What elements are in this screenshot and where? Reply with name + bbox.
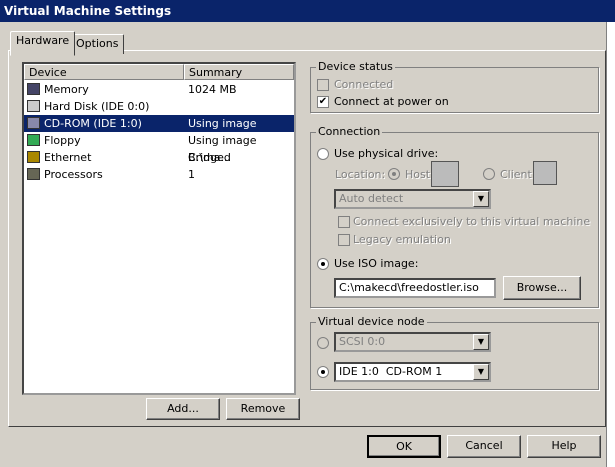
dropdown-arrow-icon[interactable]: ▼ xyxy=(473,334,489,350)
iso-radio[interactable] xyxy=(317,258,329,270)
drive-select-value: Auto detect xyxy=(339,192,404,205)
host-label: Host xyxy=(405,168,431,181)
floppy-icon xyxy=(27,134,40,146)
ide-select-value: IDE 1:0 CD-ROM 1 xyxy=(339,365,443,378)
location-label: Location: xyxy=(335,168,386,181)
physical-drive-radio[interactable] xyxy=(317,148,329,160)
browse-button[interactable]: Browse... xyxy=(503,276,581,300)
drive-select[interactable]: Auto detect ▼ xyxy=(334,189,491,209)
host-icon xyxy=(431,161,459,187)
processor-icon xyxy=(27,168,40,180)
cancel-button[interactable]: Cancel xyxy=(447,435,521,458)
iso-path-input[interactable]: C:\makecd\freedostler.iso xyxy=(334,278,496,298)
iso-label: Use ISO image: xyxy=(334,257,419,270)
table-row[interactable]: CD-ROM (IDE 1:0) Using image C:\ma... xyxy=(24,115,294,147)
power-on-label: Connect at power on xyxy=(334,95,449,108)
title-bar: Virtual Machine Settings xyxy=(0,0,615,22)
memory-icon xyxy=(27,83,40,95)
connected-checkbox[interactable] xyxy=(317,79,329,91)
power-on-checkbox[interactable]: ✔ xyxy=(317,96,329,108)
ethernet-icon xyxy=(27,151,40,163)
ok-button[interactable]: OK xyxy=(367,435,441,458)
connection-legend: Connection xyxy=(316,125,383,138)
ide-select[interactable]: IDE 1:0 CD-ROM 1 ▼ xyxy=(334,362,491,382)
table-row[interactable]: Floppy Using image C:\ma... xyxy=(24,132,294,164)
dropdown-arrow-icon[interactable]: ▼ xyxy=(473,364,489,380)
connection-group: Connection Use physical drive: Location:… xyxy=(310,125,599,308)
help-button[interactable]: Help xyxy=(527,435,601,458)
remove-button[interactable]: Remove xyxy=(226,398,300,420)
device-summary: Bridged xyxy=(188,151,231,164)
device-name: Processors xyxy=(44,168,103,181)
ide-radio[interactable] xyxy=(317,366,329,378)
cdrom-icon xyxy=(27,117,40,129)
column-header-summary[interactable]: Summary xyxy=(184,64,294,80)
table-row[interactable]: Hard Disk (IDE 0:0) xyxy=(24,98,294,115)
device-name: Hard Disk (IDE 0:0) xyxy=(44,100,150,113)
client-radio[interactable] xyxy=(483,168,495,180)
connected-label: Connected xyxy=(334,78,394,91)
scsi-select[interactable]: SCSI 0:0 ▼ xyxy=(334,332,491,352)
table-row[interactable]: Memory 1024 MB xyxy=(24,81,294,98)
scsi-radio[interactable] xyxy=(317,337,329,349)
tab-options[interactable]: Options xyxy=(70,34,125,54)
dropdown-arrow-icon[interactable]: ▼ xyxy=(473,191,489,207)
device-name: Ethernet xyxy=(44,151,92,164)
legacy-checkbox[interactable] xyxy=(338,234,350,246)
physical-drive-label: Use physical drive: xyxy=(334,147,439,160)
client-icon xyxy=(533,161,557,185)
column-header-device[interactable]: Device xyxy=(24,64,184,80)
background-window xyxy=(606,22,615,467)
client-label: Client xyxy=(500,168,532,181)
legacy-label: Legacy emulation xyxy=(353,233,451,246)
node-legend: Virtual device node xyxy=(316,315,427,328)
device-status-group: Device status Connected ✔ Connect at pow… xyxy=(310,60,599,113)
device-status-legend: Device status xyxy=(316,60,395,73)
host-radio[interactable] xyxy=(388,168,400,180)
device-summary: 1 xyxy=(188,168,195,181)
device-name: Floppy xyxy=(44,134,81,147)
device-summary: 1024 MB xyxy=(188,83,237,96)
exclusive-checkbox[interactable] xyxy=(338,216,350,228)
device-name: CD-ROM (IDE 1:0) xyxy=(44,117,142,130)
scsi-select-value: SCSI 0:0 xyxy=(339,335,386,348)
exclusive-label: Connect exclusively to this virtual mach… xyxy=(353,215,591,228)
add-button[interactable]: Add... xyxy=(146,398,220,420)
hard-disk-icon xyxy=(27,100,40,112)
device-name: Memory xyxy=(44,83,89,96)
table-row[interactable]: Ethernet Bridged xyxy=(24,149,294,166)
device-list[interactable]: Device Summary Memory 1024 MB Hard Disk … xyxy=(22,62,296,395)
table-row[interactable]: Processors 1 xyxy=(24,166,294,183)
tab-hardware[interactable]: Hardware xyxy=(10,31,76,56)
virtual-device-node-group: Virtual device node SCSI 0:0 ▼ IDE 1:0 CD… xyxy=(310,315,599,390)
